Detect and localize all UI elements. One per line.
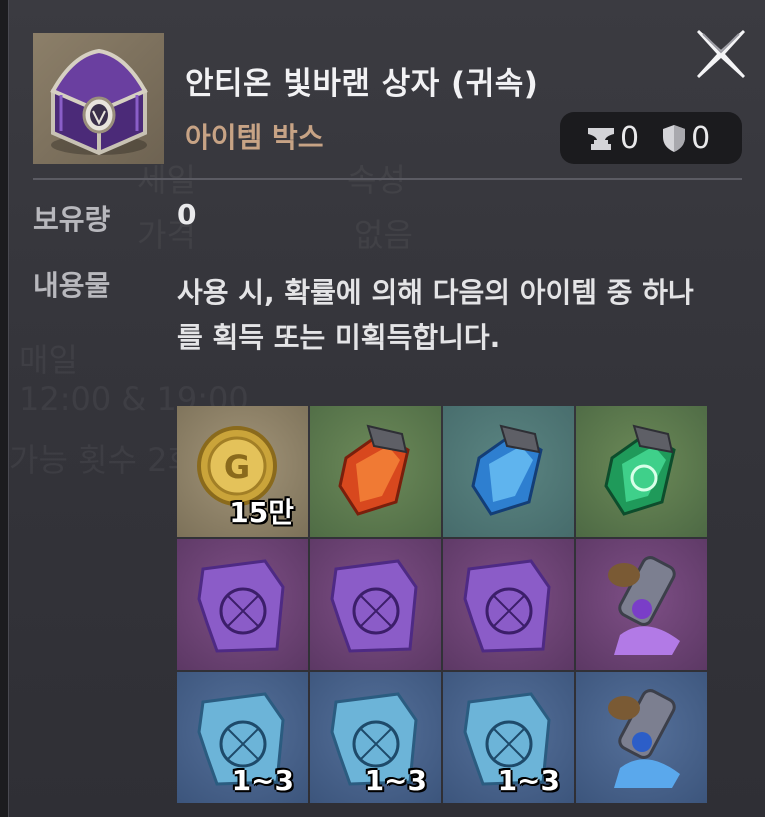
reward-slot[interactable] [310, 406, 441, 537]
reward-slot[interactable] [576, 672, 707, 803]
item-tooltip-panel: 세일 속성 가격 없음 매일 12:00 & 19:00 가능 횟수 2회 안티… [8, 0, 765, 817]
anvil-count: 0 [620, 120, 640, 156]
anvil-icon [588, 128, 614, 150]
close-icon [697, 30, 745, 78]
blue-crystal-icon [471, 424, 543, 516]
purple-scroll-fragment-icon [197, 559, 285, 653]
close-button[interactable] [693, 26, 749, 82]
reward-quantity: 1~3 [364, 764, 427, 797]
reward-quantity: 1~3 [497, 764, 560, 797]
holding-label: 보유량 [33, 203, 111, 236]
reward-quantity: 15만 [229, 496, 294, 529]
anvil-counter: 0 [586, 121, 639, 156]
contents-description: 사용 시, 확률에 의해 다음의 아이템 중 하나를 획득 또는 미획득합니다. [177, 276, 694, 354]
reward-slot[interactable]: G 15만 [177, 406, 308, 537]
reward-slot[interactable] [443, 406, 574, 537]
reward-slot[interactable]: 1~3 [310, 672, 441, 803]
reward-slot[interactable] [576, 406, 707, 537]
green-crystal-icon [604, 424, 676, 516]
blue-powder-vial-icon [608, 689, 680, 788]
purple-scroll-fragment-icon [330, 559, 418, 653]
holding-value: 0 [177, 198, 197, 231]
purple-powder-vial-icon [608, 556, 680, 655]
reward-slot[interactable] [576, 539, 707, 670]
reward-grid: G 15만 1~3 1~3 1~3 [177, 406, 709, 804]
shield-counter: 0 [661, 121, 710, 156]
svg-text:G: G [224, 448, 250, 486]
treasure-chest-icon [50, 48, 148, 156]
reward-slot[interactable] [443, 539, 574, 670]
reward-slot[interactable] [177, 539, 308, 670]
item-type: 아이템 박스 [185, 121, 324, 154]
reward-quantity: 1~3 [231, 764, 294, 797]
enhance-counter-box: 0 0 [560, 112, 742, 164]
reward-slot[interactable]: 1~3 [443, 672, 574, 803]
ghost-text: 매일 [19, 341, 78, 379]
reward-slot[interactable]: 1~3 [177, 672, 308, 803]
item-thumbnail [33, 33, 164, 164]
divider [33, 178, 742, 180]
reward-slot[interactable] [310, 539, 441, 670]
item-title: 안티온 빛바랜 상자 (귀속) [185, 66, 539, 102]
ghost-text: 없음 [354, 216, 413, 254]
red-crystal-icon [338, 424, 410, 516]
contents-label: 내용물 [33, 269, 111, 302]
ghost-text: 가능 횟수 2회 [9, 441, 197, 479]
shield-icon [663, 125, 686, 152]
shield-count: 0 [691, 120, 711, 156]
purple-scroll-fragment-icon [463, 559, 551, 653]
